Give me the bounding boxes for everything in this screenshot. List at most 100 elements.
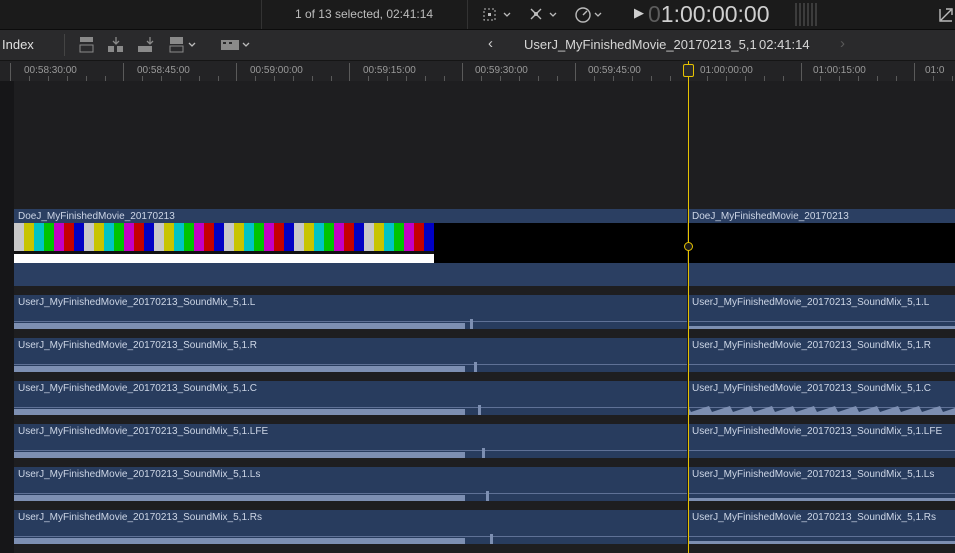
audio-clip[interactable]: UserJ_MyFinishedMovie_20170213_SoundMix_… (688, 467, 955, 501)
playhead-marker (684, 242, 693, 251)
color-bar (234, 223, 244, 263)
color-bar (194, 223, 204, 263)
audio-clip[interactable]: UserJ_MyFinishedMovie_20170213_SoundMix_… (688, 338, 955, 372)
clip-name: UserJ_MyFinishedMovie_20170213_SoundMix_… (692, 383, 932, 394)
color-bar (334, 223, 344, 263)
audio-waveform (688, 541, 955, 544)
playhead[interactable] (688, 61, 689, 553)
color-bar (14, 223, 24, 263)
color-bar (84, 223, 94, 263)
audio-clip[interactable]: UserJ_MyFinishedMovie_20170213_SoundMix_… (14, 295, 687, 329)
expand-button[interactable] (938, 5, 954, 28)
ruler-tick (123, 63, 124, 81)
audio-waveform (688, 438, 955, 458)
clip-name: DoeJ_MyFinishedMovie_20170213 (692, 211, 849, 222)
color-bar (54, 223, 64, 263)
clip-appearance-icon (483, 8, 511, 21)
clip-name: UserJ_MyFinishedMovie_20170213_SoundMix_… (692, 512, 937, 523)
playhead-handle[interactable] (683, 64, 694, 77)
clip-name: UserJ_MyFinishedMovie_20170213_SoundMix_… (692, 297, 930, 308)
clip-name: UserJ_MyFinishedMovie_20170213_SoundMix_… (692, 426, 943, 437)
color-bar (374, 223, 384, 263)
retime-button[interactable] (574, 6, 608, 24)
color-bar (224, 223, 234, 263)
timeline-ruler[interactable]: 00:58:30:00 00:58:45:00 00:59:00:00 00:5… (0, 61, 955, 81)
color-bar (404, 223, 414, 263)
history-forward-button[interactable]: › (840, 35, 845, 52)
color-bar (114, 223, 124, 263)
ruler-tick (801, 63, 802, 81)
audio-waveform (14, 491, 489, 501)
clip-name: UserJ_MyFinishedMovie_20170213_SoundMix_… (18, 340, 258, 351)
audio-waveform (14, 405, 481, 415)
append-clip-button[interactable] (137, 36, 155, 59)
audio-clip[interactable]: UserJ_MyFinishedMovie_20170213_SoundMix_… (14, 338, 687, 372)
color-bar (124, 223, 134, 263)
timeline-left-gutter (0, 81, 14, 553)
color-bar (364, 223, 374, 263)
color-bar (24, 223, 34, 263)
video-clip[interactable]: DoeJ_MyFinishedMovie_20170213 (688, 209, 955, 286)
top-toolbar: 1 of 13 selected, 02:41:14 ▶ 01:00:00:00 (0, 0, 955, 30)
audio-clip[interactable]: UserJ_MyFinishedMovie_20170213_SoundMix_… (688, 295, 955, 329)
color-bar (104, 223, 114, 263)
ruler-tick (349, 63, 350, 81)
color-bar (164, 223, 174, 263)
index-button[interactable]: Index (2, 30, 34, 60)
timecode-leading-zero: 0 (648, 1, 661, 27)
color-bar (144, 223, 154, 263)
audio-meters[interactable] (795, 3, 819, 26)
audio-waveform (688, 326, 955, 329)
clip-name: UserJ_MyFinishedMovie_20170213_SoundMix_… (18, 297, 256, 308)
overwrite-clip-button[interactable] (168, 36, 202, 59)
project-title: UserJ_MyFinishedMovie_20170213_5,1 (524, 37, 757, 52)
ruler-tick (914, 63, 915, 81)
clip-filmstrip (688, 223, 955, 263)
audio-clip[interactable]: UserJ_MyFinishedMovie_20170213_SoundMix_… (14, 467, 687, 501)
audio-clip[interactable]: UserJ_MyFinishedMovie_20170213_SoundMix_… (14, 424, 687, 458)
video-clip[interactable]: DoeJ_MyFinishedMovie_20170213 (14, 209, 687, 286)
clip-name: UserJ_MyFinishedMovie_20170213_SoundMix_… (18, 383, 258, 394)
audio-clip[interactable]: UserJ_MyFinishedMovie_20170213_SoundMix_… (688, 424, 955, 458)
color-bar (304, 223, 314, 263)
audio-clip[interactable]: UserJ_MyFinishedMovie_20170213_SoundMix_… (688, 381, 955, 415)
audio-waveform (14, 534, 493, 544)
ruler-label: 01:0 (925, 65, 945, 76)
selection-status: 1 of 13 selected, 02:41:14 (294, 7, 434, 21)
ruler-label: 00:59:45:00 (588, 65, 641, 76)
audio-waveform (14, 448, 485, 458)
color-bar (264, 223, 274, 263)
expand-icon (939, 8, 953, 22)
audio-waveform (688, 498, 955, 501)
insert-clip-icon (108, 37, 123, 52)
snapping-tools-button[interactable] (528, 6, 562, 24)
clip-appearance-button[interactable] (482, 6, 514, 24)
insert-clip-button[interactable] (107, 36, 125, 59)
color-bar (154, 223, 164, 263)
ruler-tick (462, 63, 463, 81)
color-bar (74, 223, 84, 263)
audio-clip[interactable]: UserJ_MyFinishedMovie_20170213_SoundMix_… (14, 381, 687, 415)
color-bar (344, 223, 354, 263)
timecode-display[interactable]: ▶ 01:00:00:00 (634, 0, 770, 29)
timeline-area[interactable]: DoeJ_MyFinishedMovie_20170213 DoeJ_MyFin… (14, 81, 955, 553)
clip-name: DoeJ_MyFinishedMovie_20170213 (18, 211, 175, 222)
connect-clip-button[interactable] (78, 36, 96, 59)
audio-clip[interactable]: UserJ_MyFinishedMovie_20170213_SoundMix_… (688, 510, 955, 544)
clip-skimming-button[interactable] (219, 36, 255, 59)
play-icon[interactable]: ▶ (634, 0, 644, 27)
color-bar (284, 223, 294, 263)
append-clip-icon (138, 37, 154, 52)
audio-clip[interactable]: UserJ_MyFinishedMovie_20170213_SoundMix_… (14, 510, 687, 544)
overwrite-clip-icon (169, 37, 196, 53)
history-back-button[interactable]: ‹ (488, 35, 493, 52)
ruler-tick (575, 63, 576, 81)
audio-waveform (14, 362, 477, 372)
film-strip-icon (221, 40, 250, 50)
color-bar (64, 223, 74, 263)
color-bar (394, 223, 404, 263)
clip-name: UserJ_MyFinishedMovie_20170213_SoundMix_… (692, 469, 935, 480)
trim-tool-icon (530, 8, 557, 20)
audio-waveform (14, 319, 473, 329)
ruler-tick (236, 63, 237, 81)
